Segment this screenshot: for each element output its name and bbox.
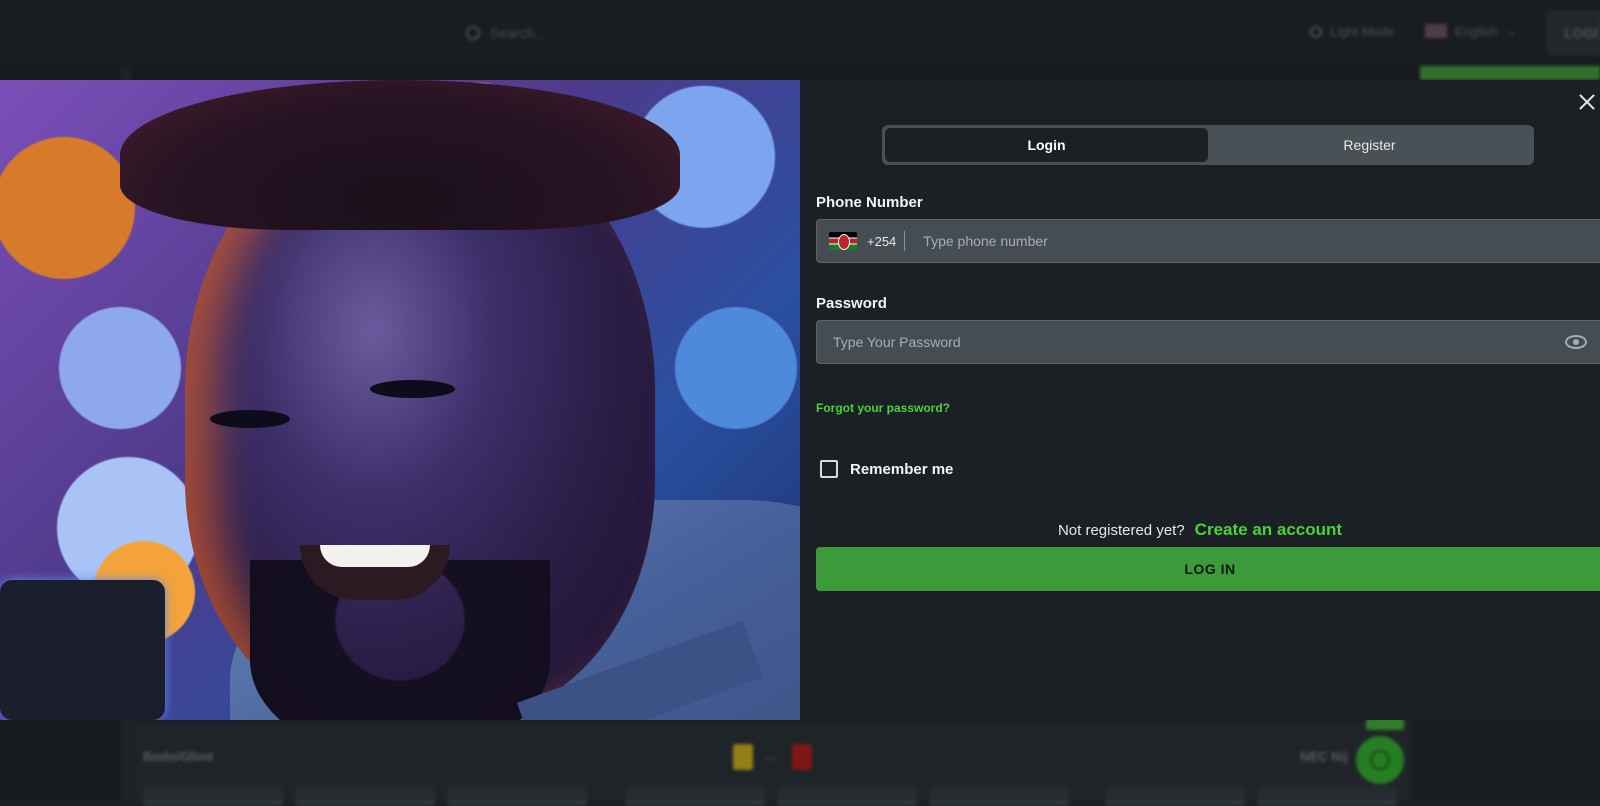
close-icon[interactable] [1574,90,1600,116]
photo-hair [120,80,680,230]
promo-photo [0,80,800,720]
photo-eye-right [370,380,455,398]
forgot-password-link[interactable]: Forgot your password? [816,401,950,415]
photo-phone [0,580,165,720]
phone-number-label: Phone Number [816,194,923,211]
tab-register[interactable]: Register [1208,128,1531,162]
photo-eye-left [210,410,290,428]
phone-number-input[interactable] [905,220,1600,262]
not-registered-text: Not registered yet? [1057,522,1185,539]
country-code[interactable]: +254 [867,231,906,251]
login-form-panel: Login Register Phone Number +254 Passwor… [800,80,1600,720]
eye-icon[interactable] [1565,335,1587,349]
remember-me-checkbox[interactable]: Remember me [820,460,953,478]
checkbox-box[interactable] [820,460,838,478]
auth-tabs: Login Register [882,125,1534,165]
password-field [816,320,1600,364]
kenya-flag-icon [829,232,857,250]
password-label: Password [816,295,887,312]
password-input[interactable] [817,321,1565,363]
phone-number-field: +254 [816,219,1600,263]
create-account-link[interactable]: Create an account [1195,520,1342,540]
login-button[interactable]: LOG IN [816,547,1600,591]
remember-me-label: Remember me [850,460,954,478]
login-modal: Login Register Phone Number +254 Passwor… [0,80,1600,720]
tab-login[interactable]: Login [885,128,1208,162]
register-prompt: Not registered yet? Create an account [800,520,1600,540]
